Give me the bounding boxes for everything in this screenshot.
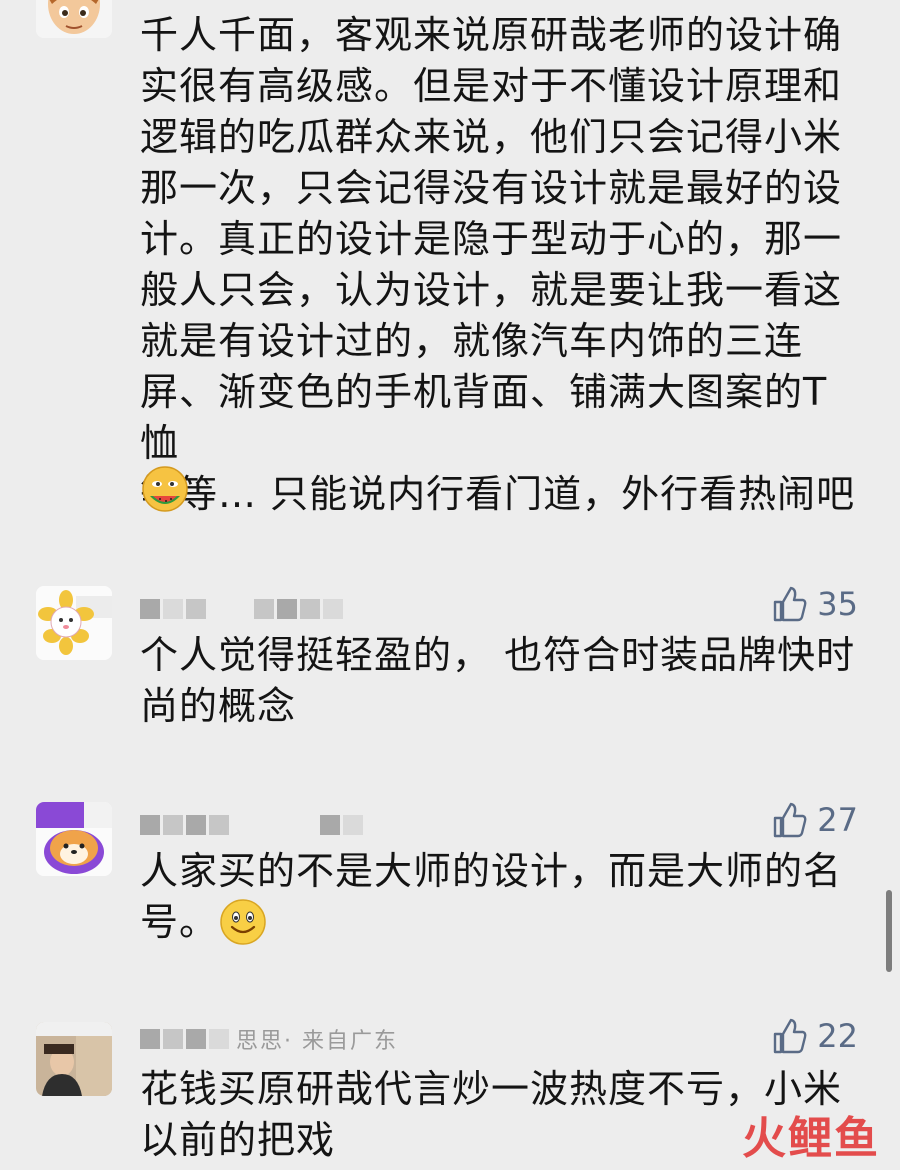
thumbs-up-icon: [774, 1018, 807, 1054]
username-blurred[interactable]: [140, 812, 363, 838]
like-count: 22: [817, 1017, 858, 1055]
avatar[interactable]: [36, 0, 112, 38]
scrollbar[interactable]: [886, 890, 892, 972]
avatar[interactable]: [36, 1022, 112, 1096]
flower-avatar-icon: [36, 586, 112, 660]
eating-melon-emoji: [140, 464, 190, 514]
like-count: 27: [817, 801, 858, 839]
thumbs-up-icon: [774, 802, 807, 838]
avatar[interactable]: [36, 586, 112, 660]
smile-emoji: [218, 897, 268, 947]
cartoon-avatar-icon: [36, 0, 112, 38]
like-button[interactable]: 27: [769, 798, 858, 842]
like-button[interactable]: 22: [769, 1014, 858, 1058]
username-location: 思思· 来自广东: [236, 1029, 398, 1054]
thumbs-up-icon: [774, 586, 807, 622]
avatar[interactable]: [36, 802, 112, 876]
comment-text: 千人千面，客观来说原研哉老师的设计确 实很有高级感。但是对于不懂设计原理和 逻辑…: [140, 13, 856, 516]
comment-list: 千人千面，客观来说原研哉老师的设计确 实很有高级感。但是对于不懂设计原理和 逻辑…: [0, 0, 900, 1170]
username-blurred[interactable]: 思思· 来自广东: [140, 1026, 398, 1054]
photo-avatar-icon: [36, 1022, 112, 1096]
like-button[interactable]: 35: [769, 582, 858, 626]
like-count: 35: [817, 585, 858, 623]
watermark-logo: 火鲤鱼: [742, 1113, 878, 1164]
username-blurred[interactable]: [140, 596, 343, 622]
shiba-dog-avatar-icon: [36, 802, 112, 876]
comment-text: 个人觉得挺轻盈的， 也符合时装品牌快时 尚的概念: [140, 633, 856, 728]
